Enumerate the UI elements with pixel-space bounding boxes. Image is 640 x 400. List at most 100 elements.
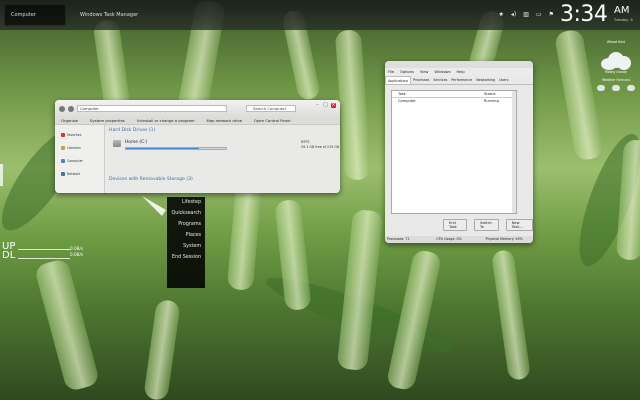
computer-icon <box>61 158 65 163</box>
address-bar[interactable]: Computer <box>77 105 227 112</box>
star-icon <box>61 132 65 137</box>
new-task-button[interactable]: New Task... <box>505 219 533 231</box>
task-computer[interactable]: Computer <box>4 4 66 26</box>
task-manager-menubar: File Options View Windows Help <box>385 68 533 76</box>
weather-widget: Wheat field Mostly cloudy Weather Foreca… <box>594 40 638 91</box>
tab-performance[interactable]: Performance <box>449 76 474 84</box>
menu-item-quicksearch[interactable]: Quicksearch <box>167 208 202 219</box>
system-properties-button[interactable]: System properties <box>84 117 131 124</box>
navigation-pane: Favorites Libraries Computer Network <box>55 125 105 193</box>
status-processes: Processes: 71 <box>387 237 410 241</box>
system-tray: ★ ◂) ▥ ▭ ⚑ <box>499 11 554 18</box>
tab-processes[interactable]: Processes <box>411 76 431 84</box>
tab-applications[interactable]: Applications <box>385 76 412 84</box>
download-value: 0.0B/s <box>70 252 84 257</box>
tab-users[interactable]: Users <box>497 76 510 84</box>
weather-location: Wheat field <box>606 40 626 44</box>
star-icon[interactable]: ★ <box>499 11 504 18</box>
task-manager-window: File Options View Windows Help Applicati… <box>385 61 533 243</box>
forecast-row <box>594 85 638 91</box>
menu-options[interactable]: Options <box>397 68 417 76</box>
explorer-toolbar: Organize System properties Uninstall or … <box>55 117 340 125</box>
download-graph <box>18 258 70 259</box>
network-icon <box>61 171 65 176</box>
nav-item-network[interactable]: Network <box>55 167 104 180</box>
menu-view[interactable]: View <box>417 68 432 76</box>
maximize-icon[interactable]: □ <box>323 103 328 108</box>
removable-group-header[interactable]: Devices with Removable Storage (3) <box>109 177 193 182</box>
tab-services[interactable]: Services <box>431 76 449 84</box>
clock-time[interactable]: 3:34 <box>560 2 608 27</box>
task-manager-titlebar[interactable] <box>385 61 533 68</box>
menu-item-programs[interactable]: Programs <box>167 219 201 230</box>
cloud-icon <box>626 85 635 91</box>
volume-icon[interactable]: ◂) <box>511 11 516 18</box>
back-icon[interactable] <box>59 105 65 112</box>
cloud-icon <box>611 85 620 91</box>
menu-item-end-session[interactable]: End Session <box>167 252 201 263</box>
drive-usage-bar <box>125 147 227 150</box>
monitor-icon[interactable]: ▭ <box>536 11 542 18</box>
end-task-button[interactable]: End Task <box>443 219 467 231</box>
drive-item[interactable]: Home (C:) <box>113 140 227 150</box>
cloud-icon <box>599 50 633 70</box>
drive-name: Home (C:) <box>125 140 148 145</box>
status-memory: Physical Memory: 49% <box>485 237 523 241</box>
table-row[interactable]: Computer Running <box>392 98 516 104</box>
download-label: DL <box>2 250 16 261</box>
task-label: Windows Task Manager <box>80 12 139 18</box>
clock-ampm: AM <box>614 5 630 16</box>
upload-value: 0.0B/s <box>70 246 84 251</box>
hard-drive-icon <box>113 140 121 147</box>
explorer-header: Computer Search Computer – □ × <box>55 100 340 117</box>
network-meter: UP DL 0.0B/s 0.0B/s <box>2 242 83 261</box>
uninstall-program-button[interactable]: Uninstall or change a program <box>131 117 201 124</box>
task-list: Task Status Computer Running <box>391 90 517 214</box>
nav-item-libraries[interactable]: Libraries <box>55 141 104 154</box>
nav-label: Computer <box>67 158 83 163</box>
forecast-label: Weather Forecast <box>602 78 630 82</box>
menu-item-lifestep[interactable]: Lifestep <box>167 197 201 208</box>
nav-label: Favorites <box>67 132 82 137</box>
task-manager-statusbar: Processes: 71 CPU Usage: 0% Physical Mem… <box>385 236 533 243</box>
switch-to-button[interactable]: Switch To <box>473 219 499 231</box>
task-list-header: Task Status <box>392 91 516 98</box>
edge-handle[interactable] <box>0 164 3 186</box>
explorer-content: Hard Disk Drives (1) Home (C:) NTFS 59.1… <box>105 125 340 193</box>
task-list-scrollbar[interactable] <box>512 91 516 213</box>
menu-file[interactable]: File <box>385 68 397 76</box>
nav-label: Libraries <box>67 145 81 150</box>
upload-graph <box>18 249 70 250</box>
network-icon[interactable]: ▥ <box>523 11 529 18</box>
task-name: Computer <box>398 99 416 103</box>
open-control-panel-button[interactable]: Open Control Panel <box>248 117 297 124</box>
menu-item-places[interactable]: Places <box>167 230 201 241</box>
library-icon <box>61 145 65 150</box>
drive-info: NTFS 59.1 GB free of 219 GB <box>301 140 339 150</box>
task-label: Computer <box>11 12 36 18</box>
close-icon[interactable]: × <box>331 103 336 108</box>
start-menu: Lifestep Quicksearch Programs Places Sys… <box>167 197 205 288</box>
menu-windows[interactable]: Windows <box>431 68 453 76</box>
menu-pointer <box>142 196 166 216</box>
explorer-window: Computer Search Computer – □ × Organize … <box>55 100 340 193</box>
search-input[interactable]: Search Computer <box>246 105 296 112</box>
flag-icon[interactable]: ⚑ <box>549 11 554 18</box>
column-task[interactable]: Task <box>392 92 484 96</box>
menu-help[interactable]: Help <box>453 68 467 76</box>
nav-item-favorites[interactable]: Favorites <box>55 128 104 141</box>
minimize-icon[interactable]: – <box>315 103 320 108</box>
nav-label: Network <box>67 171 81 176</box>
task-manager-tabs: Applications Processes Services Performa… <box>385 76 533 85</box>
taskbar: Computer Windows Task Manager ★ ◂) ▥ ▭ ⚑… <box>0 0 640 30</box>
organize-button[interactable]: Organize <box>55 117 84 124</box>
task-task-manager[interactable]: Windows Task Manager <box>74 4 164 26</box>
menu-item-system[interactable]: System <box>167 241 201 252</box>
status-cpu: CPU Usage: 0% <box>436 237 462 241</box>
forward-icon[interactable] <box>68 105 74 112</box>
drive-free-space: 59.1 GB free of 219 GB <box>301 145 340 149</box>
tab-networking[interactable]: Networking <box>474 76 497 84</box>
nav-item-computer[interactable]: Computer <box>55 154 104 167</box>
hard-disk-group-header[interactable]: Hard Disk Drives (1) <box>109 128 336 133</box>
map-network-drive-button[interactable]: Map network drive <box>201 117 248 124</box>
